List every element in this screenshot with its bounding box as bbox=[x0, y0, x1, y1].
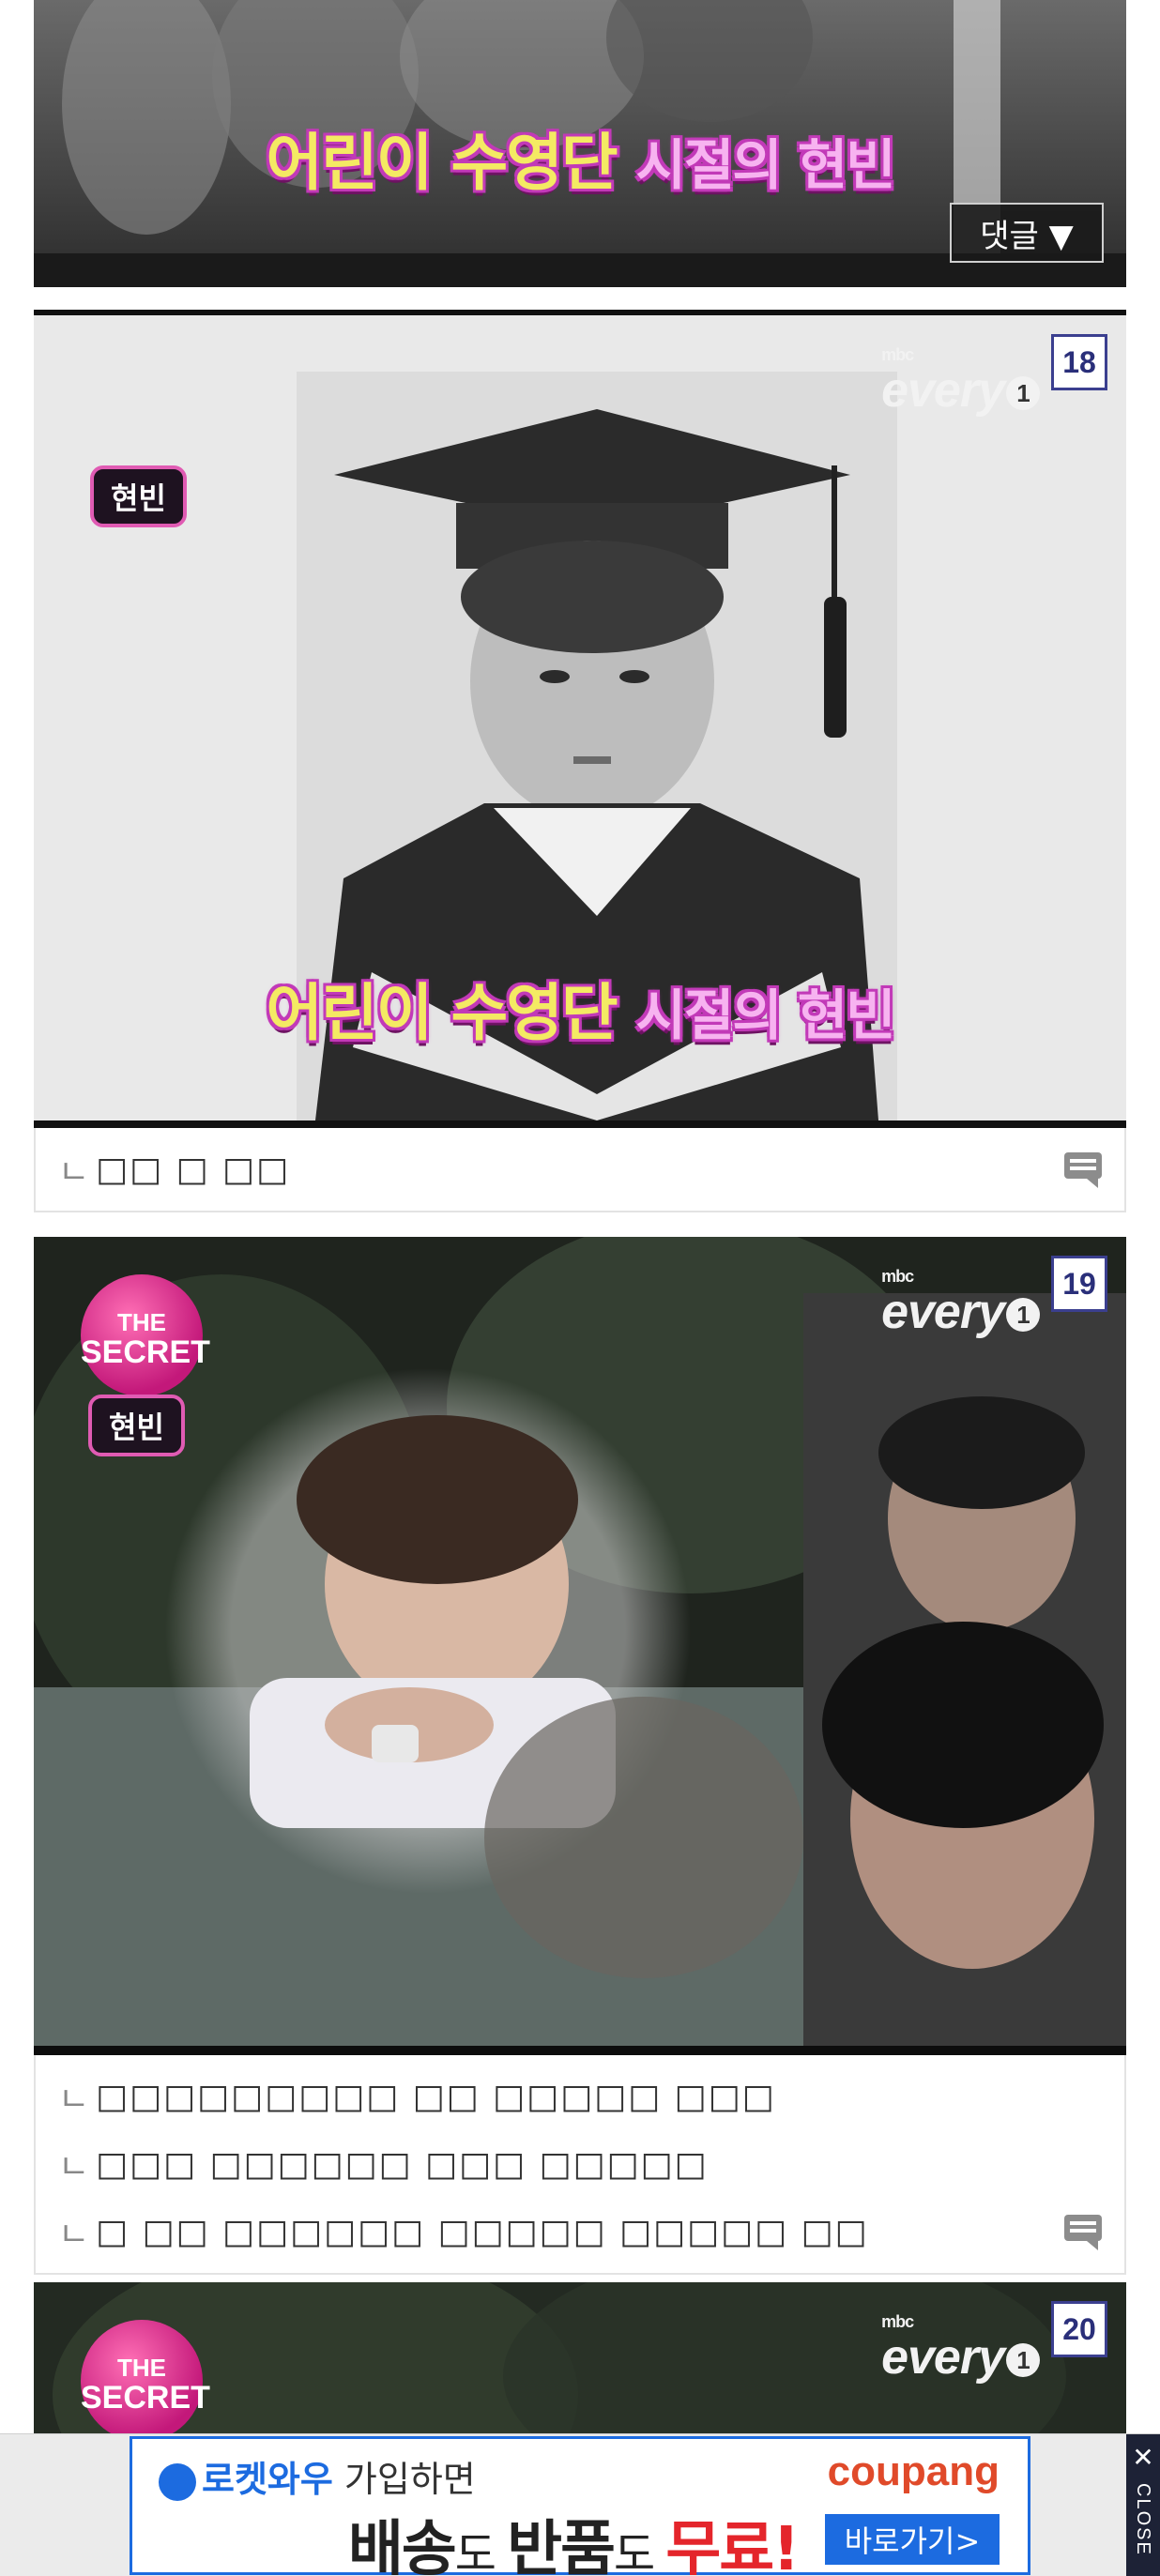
photo-card-18: mbc every 1 18 현빈 어린이 수영단 시절의 현빈 ㄴ □□ □ □□ bbox=[34, 310, 1126, 1212]
photo-card-17: 어린이 수영단 시절의 현빈 댓글 ▼ bbox=[34, 0, 1126, 287]
photo-18: mbc every 1 18 현빈 어린이 수영단 시절의 현빈 bbox=[34, 310, 1126, 1128]
reply-arrow-icon: ㄴ bbox=[58, 2148, 90, 2187]
comment-text: □□ □ □□ bbox=[96, 1150, 290, 1189]
ad-headline: 로켓와우 가입하면 bbox=[159, 2450, 476, 2502]
mbc-every1-logo: mbc every 1 bbox=[881, 1267, 1040, 1340]
ad-go-button[interactable]: 바로가기> bbox=[825, 2514, 1000, 2565]
comment-item[interactable]: ㄴ □ □□ □□□□□□ □□□□□ □□□□□ □□ bbox=[36, 2198, 1124, 2265]
photo-17: 어린이 수영단 시절의 현빈 댓글 ▼ bbox=[34, 0, 1126, 287]
comment-text: □□□□□□□□□ □□ □□□□□ □□□ bbox=[96, 2077, 776, 2116]
photo-18-caption: 어린이 수영단 시절의 현빈 bbox=[266, 977, 895, 1049]
comment-toggle-button[interactable]: 댓글 ▼ bbox=[950, 203, 1104, 263]
name-tag: 현빈 bbox=[90, 465, 187, 527]
name-tag: 현빈 bbox=[88, 1395, 185, 1456]
photo-number-badge: 19 bbox=[1051, 1256, 1107, 1312]
page: 어린이 수영단 시절의 현빈 댓글 ▼ mbc every 1 18 현빈 어린… bbox=[0, 0, 1160, 2576]
comment-icon[interactable] bbox=[1062, 1151, 1104, 1188]
photo-card-19: THE SECRET 현빈 mbc every 1 19 ㄴ □□□□□□□□□ □□… bbox=[34, 1237, 1126, 2275]
comment-item[interactable]: ㄴ □□□□□□□□□ □□ □□□□□ □□□ bbox=[36, 2063, 1124, 2130]
close-label: CLOSE bbox=[1133, 2483, 1153, 2556]
comment-list: ㄴ □□□□□□□□□ □□ □□□□□ □□□ ㄴ □□□ □□□□□□ □□… bbox=[34, 2055, 1126, 2275]
the-secret-logo: THE SECRET bbox=[81, 1274, 210, 1396]
comment-text: □□□ □□□□□□ □□□ □□□□□ bbox=[96, 2144, 709, 2184]
ad-close-button[interactable]: ✕ CLOSE bbox=[1126, 2434, 1160, 2576]
ad-main-text: 배송도 반품도 무료! bbox=[348, 2515, 800, 2576]
photo-number-badge: 18 bbox=[1051, 334, 1107, 390]
mbc-every1-logo: mbc every 1 bbox=[881, 2312, 1040, 2385]
rocket-icon bbox=[159, 2462, 196, 2501]
comment-text: □ □□ □□□□□□ □□□□□ □□□□□ □□ bbox=[96, 2212, 869, 2251]
bottom-ad-bar: 로켓와우 가입하면 배송도 반품도 무료! coupang 바로가기> ✕ CL… bbox=[0, 2433, 1160, 2576]
photo-number-badge: 20 bbox=[1051, 2301, 1107, 2357]
coupang-ad-banner[interactable]: 로켓와우 가입하면 배송도 반품도 무료! coupang 바로가기> bbox=[130, 2436, 1030, 2576]
photo-19: THE SECRET 현빈 mbc every 1 19 bbox=[34, 1237, 1126, 2055]
the-secret-logo: THE SECRET bbox=[81, 2320, 210, 2442]
comment-item[interactable]: ㄴ □□ □ □□ bbox=[36, 1136, 1124, 1203]
comment-list: ㄴ □□ □ □□ bbox=[34, 1128, 1126, 1212]
reply-arrow-icon: ㄴ bbox=[58, 2216, 90, 2254]
close-icon: ✕ bbox=[1132, 2443, 1154, 2472]
reply-arrow-icon: ㄴ bbox=[58, 1153, 90, 1192]
mbc-every1-logo: mbc every 1 bbox=[881, 345, 1040, 419]
comment-icon[interactable] bbox=[1062, 2213, 1104, 2250]
coupang-logo: coupang bbox=[827, 2448, 1000, 2494]
photo-17-caption: 어린이 수영단 시절의 현빈 bbox=[266, 127, 895, 199]
reply-arrow-icon: ㄴ bbox=[58, 2081, 90, 2119]
comment-item[interactable]: ㄴ □□□ □□□□□□ □□□ □□□□□ bbox=[36, 2130, 1124, 2198]
